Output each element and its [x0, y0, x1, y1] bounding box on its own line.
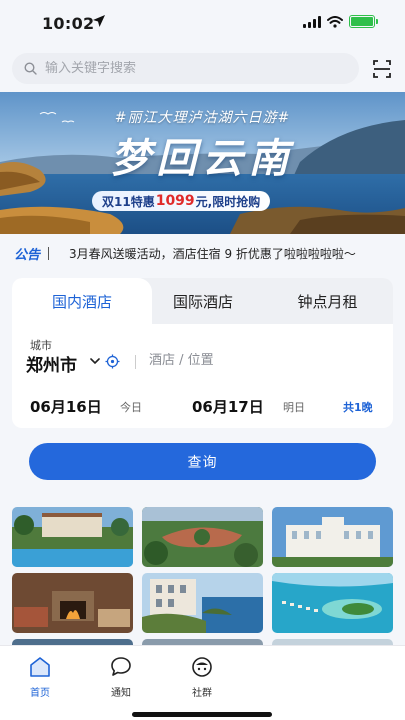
tab-domestic-hotel[interactable]: 国内酒店 — [12, 278, 152, 324]
hotel-type-tabs: 国际酒店 钟点月租 国内酒店 — [12, 278, 393, 324]
gallery-photo-fireplace-lounge[interactable] — [12, 573, 133, 633]
community-icon — [192, 657, 212, 677]
cellular-signal-icon — [303, 15, 321, 28]
checkout-date[interactable]: 06月17日 — [192, 396, 264, 417]
tab-international-hotel[interactable]: 国际酒店 — [144, 278, 262, 324]
notice-divider — [48, 246, 50, 260]
promo-prefix: 双11特惠 — [102, 194, 155, 209]
notice-tag: 公告 — [14, 247, 41, 263]
chat-bubble-icon — [111, 657, 131, 676]
tab-home[interactable]: 首页 — [10, 656, 70, 699]
location-arrow-icon — [93, 15, 105, 27]
status-time: 10:02 — [42, 14, 95, 33]
tab-hourly-monthly[interactable]: 钟点月租 — [262, 278, 393, 324]
chevron-down-icon[interactable] — [90, 357, 100, 365]
tab-notifications[interactable]: 通知 — [91, 656, 151, 699]
status-bar: 10:02 — [0, 0, 405, 46]
search-input[interactable] — [45, 61, 325, 76]
nights-count: 共1晚 — [343, 401, 373, 414]
bottom-tab-bar: 首页 通知 社群 — [0, 645, 405, 720]
hotel-location-input[interactable] — [149, 353, 349, 368]
notice-bar[interactable]: 公告 3月春风送暖活动，酒店住宿 9 折优惠了啦啦啦啦啦～ — [0, 236, 405, 270]
search-row — [0, 50, 405, 90]
gallery-photo-resort-pool[interactable] — [12, 507, 133, 567]
home-indicator — [132, 712, 272, 717]
city-selector[interactable]: 郑州市 — [26, 351, 77, 376]
checkout-day-label: 明日 — [283, 401, 305, 414]
wifi-icon — [327, 15, 343, 28]
battery-icon — [349, 15, 378, 28]
promo-pill: 双11特惠 1099 元,限时抢购 — [92, 191, 271, 211]
gallery-photo-white-palace[interactable] — [272, 507, 393, 567]
checkin-date[interactable]: 06月16日 — [30, 396, 102, 417]
query-button[interactable]: 查询 — [29, 443, 376, 480]
tab-home-label: 首页 — [30, 688, 50, 699]
promo-suffix: 元,限时抢购 — [195, 194, 261, 209]
date-row[interactable]: 06月16日 今日 06月17日 明日 共1晚 — [12, 394, 393, 418]
tab-community-label: 社群 — [192, 688, 212, 699]
promo-price: 1099 — [155, 193, 195, 209]
notice-text: 3月春风送暖活动，酒店住宿 9 折优惠了啦啦啦啦啦～ — [69, 246, 356, 261]
hotel-gallery — [12, 507, 393, 653]
promo-banner[interactable]: #丽江大理泸沽湖六日游# 梦回云南 双11特惠 1099 元,限时抢购 — [0, 92, 405, 234]
tab-community[interactable]: 社群 — [172, 656, 232, 699]
locate-icon[interactable] — [105, 354, 120, 369]
scan-icon[interactable] — [372, 59, 392, 79]
checkin-day-label: 今日 — [120, 401, 142, 414]
tab-notifications-label: 通知 — [111, 688, 131, 699]
gallery-photo-tropical-estate[interactable] — [142, 507, 263, 567]
search-box[interactable] — [12, 53, 359, 84]
city-divider — [135, 355, 136, 369]
home-icon — [30, 657, 50, 677]
hotel-booking-card: 国际酒店 钟点月租 国内酒店 城市 郑州市 06月16日 今日 06月17日 明… — [12, 278, 393, 428]
search-icon — [24, 62, 37, 75]
gallery-photo-island-atoll[interactable] — [272, 573, 393, 633]
gallery-photo-coastal-villa[interactable] — [142, 573, 263, 633]
banner-title: 梦回云南 — [110, 135, 295, 182]
banner-tagline: #丽江大理泸沽湖六日游# — [114, 110, 291, 126]
